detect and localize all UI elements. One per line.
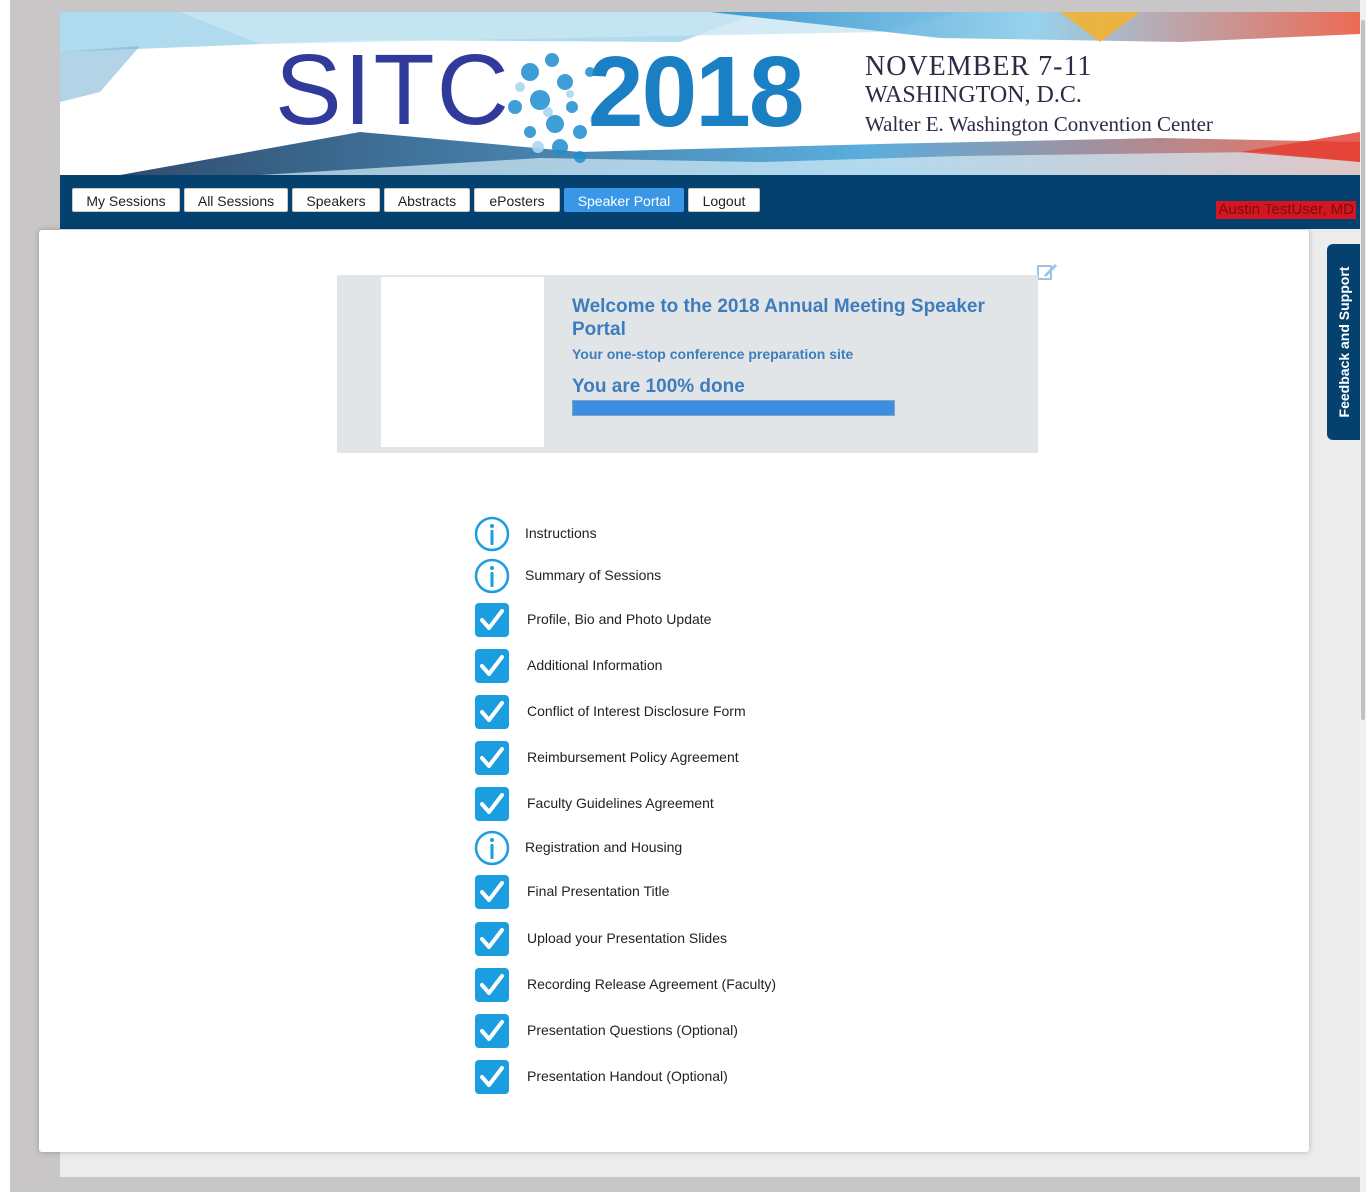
checklist-label: Instructions bbox=[525, 525, 597, 541]
speaker-photo bbox=[381, 277, 544, 447]
checklist-item-instructions[interactable]: Instructions bbox=[474, 516, 1074, 552]
checklist-item-reimbursement-policy[interactable]: Reimbursement Policy Agreement bbox=[474, 740, 1074, 776]
checkmark-icon bbox=[475, 649, 509, 683]
nav-speakers[interactable]: Speakers bbox=[292, 188, 380, 212]
checkmark-icon bbox=[475, 787, 509, 821]
progress-bar bbox=[572, 400, 895, 416]
user-name[interactable]: Austin TestUser, MD bbox=[1216, 201, 1356, 219]
nav-my-sessions[interactable]: My Sessions bbox=[72, 188, 180, 212]
checklist-label: Summary of Sessions bbox=[525, 567, 662, 583]
nav-speaker-portal[interactable]: Speaker Portal bbox=[564, 188, 684, 212]
checklist-item-additional-information[interactable]: Additional Information bbox=[474, 648, 1074, 684]
checkmark-icon bbox=[475, 968, 509, 1002]
logo-year: 2018 bbox=[588, 36, 804, 148]
checklist-label: Presentation Handout (Optional) bbox=[527, 1068, 728, 1084]
event-venue: Walter E. Washington Convention Center bbox=[865, 112, 1213, 136]
welcome-panel: Welcome to the 2018 Annual Meeting Speak… bbox=[337, 275, 1038, 453]
checklist-item-summary-of-sessions[interactable]: Summary of Sessions bbox=[474, 558, 1074, 594]
checklist-label: Additional Information bbox=[527, 657, 663, 673]
checkmark-icon bbox=[475, 875, 509, 909]
nav-logout[interactable]: Logout bbox=[688, 188, 760, 212]
checklist-item-upload-slides[interactable]: Upload your Presentation Slides bbox=[474, 921, 1074, 957]
checklist-label: Conflict of Interest Disclosure Form bbox=[527, 703, 746, 719]
checklist-item-final-presentation-title[interactable]: Final Presentation Title bbox=[474, 874, 1074, 910]
checkmark-icon bbox=[475, 695, 509, 729]
edit-icon[interactable] bbox=[1036, 260, 1058, 282]
scrollbar[interactable] bbox=[1360, 0, 1366, 1192]
nav-eposters[interactable]: ePosters bbox=[474, 188, 560, 212]
checklist-item-recording-release[interactable]: Recording Release Agreement (Faculty) bbox=[474, 967, 1074, 1003]
checklist-label: Presentation Questions (Optional) bbox=[527, 1022, 738, 1038]
event-dates: NOVEMBER 7-11 bbox=[865, 51, 1093, 82]
checklist-item-profile[interactable]: Profile, Bio and Photo Update bbox=[474, 602, 1074, 638]
checklist-item-registration-and-housing[interactable]: Registration and Housing bbox=[474, 830, 1074, 866]
checklist-item-faculty-guidelines[interactable]: Faculty Guidelines Agreement bbox=[474, 786, 1074, 822]
nav-abstracts[interactable]: Abstracts bbox=[384, 188, 470, 212]
scrollbar-thumb[interactable] bbox=[1361, 20, 1365, 720]
checklist-item-presentation-handout[interactable]: Presentation Handout (Optional) bbox=[474, 1059, 1074, 1095]
checklist-label: Final Presentation Title bbox=[527, 883, 670, 899]
progress-text: You are 100% done bbox=[572, 376, 745, 397]
top-nav: My Sessions All Sessions Speakers Abstra… bbox=[60, 175, 1360, 229]
checklist-label: Profile, Bio and Photo Update bbox=[527, 611, 712, 627]
checklist-label: Recording Release Agreement (Faculty) bbox=[527, 976, 777, 992]
banner: SITC 2018 NOVEMBER 7-11 WASHINGTON, D.C.… bbox=[60, 12, 1360, 175]
feedback-label: Feedback and Support bbox=[1335, 266, 1352, 418]
checkmark-icon bbox=[475, 741, 509, 775]
info-icon bbox=[474, 516, 510, 552]
info-icon bbox=[474, 830, 510, 866]
progress-fill bbox=[573, 401, 894, 415]
nav-all-sessions[interactable]: All Sessions bbox=[184, 188, 288, 212]
checklist-item-conflict-of-interest[interactable]: Conflict of Interest Disclosure Form bbox=[474, 694, 1074, 730]
checklist-label: Upload your Presentation Slides bbox=[527, 930, 728, 946]
logo-text: SITC bbox=[275, 34, 511, 146]
checklist-item-presentation-questions[interactable]: Presentation Questions (Optional) bbox=[474, 1013, 1074, 1049]
checklist-label: Faculty Guidelines Agreement bbox=[527, 795, 714, 811]
welcome-title: Welcome to the 2018 Annual Meeting Speak… bbox=[572, 296, 985, 340]
welcome-subtitle: Your one-stop conference preparation sit… bbox=[572, 346, 854, 362]
checkmark-icon bbox=[475, 603, 509, 637]
checklist-label: Registration and Housing bbox=[525, 839, 683, 855]
checkmark-icon bbox=[475, 922, 509, 956]
checkmark-icon bbox=[475, 1060, 509, 1094]
checklist-label: Reimbursement Policy Agreement bbox=[527, 749, 739, 765]
event-city: WASHINGTON, D.C. bbox=[865, 82, 1082, 108]
event-info: NOVEMBER 7-11 WASHINGTON, D.C. Walter E.… bbox=[865, 52, 1213, 139]
info-icon bbox=[474, 558, 510, 594]
left-margin bbox=[0, 0, 10, 1192]
checkmark-icon bbox=[475, 1014, 509, 1048]
feedback-support-tab[interactable]: Feedback and Support bbox=[1327, 244, 1360, 440]
